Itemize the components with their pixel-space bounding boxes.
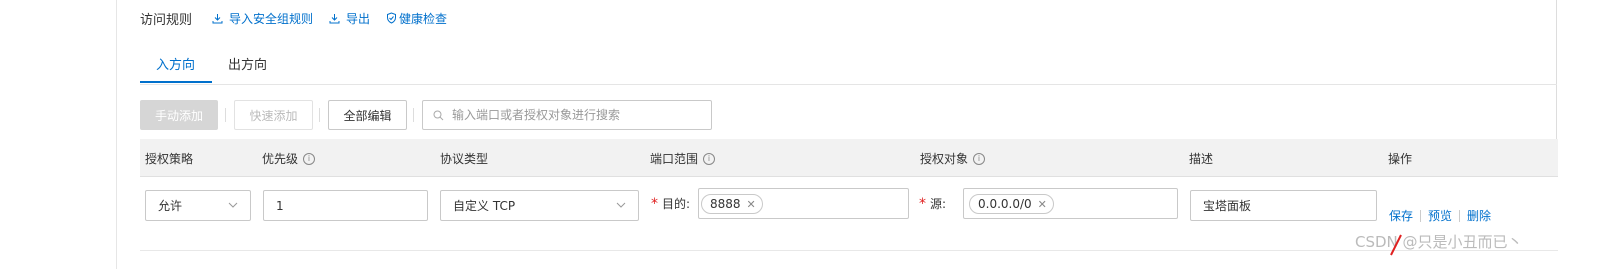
- chevron-down-icon: [228, 202, 238, 208]
- health-check-link[interactable]: 健康检查: [386, 10, 447, 27]
- manual-add-button[interactable]: 手动添加: [140, 100, 218, 130]
- priority-value: 1: [276, 198, 284, 213]
- dest-label-text: 目的:: [662, 197, 691, 211]
- required-marker: *: [919, 195, 926, 212]
- edit-all-button[interactable]: 全部编辑: [328, 100, 407, 130]
- export-link[interactable]: 导出: [329, 10, 370, 27]
- export-icon: [329, 13, 340, 23]
- col-port-range: 端口范围 i: [650, 150, 716, 167]
- import-rules-label: 导入安全组规则: [229, 11, 314, 26]
- col-policy-label: 授权策略: [145, 152, 194, 166]
- delete-link[interactable]: 删除: [1467, 207, 1491, 224]
- port-tag-value: 8888: [710, 197, 741, 211]
- col-auth-object: 授权对象 i: [920, 150, 986, 167]
- description-input[interactable]: 宝塔面板: [1190, 190, 1377, 221]
- active-tab-indicator: [140, 81, 212, 83]
- source-label: * 源:: [919, 195, 946, 212]
- col-policy: 授权策略: [145, 150, 193, 167]
- col-port-range-label: 端口范围: [650, 152, 699, 166]
- section-title: 访问规则: [140, 12, 193, 28]
- col-priority-label: 优先级: [262, 152, 299, 166]
- row-actions: 保存 预览 删除: [1389, 207, 1491, 224]
- protocol-select[interactable]: 自定义 TCP: [440, 190, 639, 221]
- port-tag: 8888 ✕: [701, 194, 763, 214]
- col-actions: 操作: [1388, 150, 1412, 167]
- health-check-label: 健康检查: [399, 11, 448, 26]
- table-header: 授权策略 优先级 i 协议类型 端口范围 i 授权对象 i 描述 操作: [140, 139, 1558, 177]
- protocol-value: 自定义 TCP: [453, 199, 516, 213]
- tab-inbound[interactable]: 入方向: [156, 54, 195, 73]
- toolbar-separator: [319, 108, 320, 122]
- preview-link[interactable]: 预览: [1428, 207, 1452, 224]
- toolbar-separator: [225, 108, 226, 122]
- col-description: 描述: [1189, 150, 1213, 167]
- tab-outbound[interactable]: 出方向: [228, 54, 267, 73]
- shield-check-icon: [387, 12, 397, 24]
- search-box[interactable]: [422, 100, 712, 130]
- policy-value: 允许: [158, 199, 183, 213]
- export-label: 导出: [346, 11, 371, 26]
- source-tag: 0.0.0.0/0 ✕: [969, 194, 1054, 214]
- direction-tabs: 入方向 出方向: [140, 44, 1557, 85]
- annotation-stroke: [1390, 234, 1402, 256]
- section-header: 访问规则 导入安全组规则 导出 健康检查: [140, 8, 447, 28]
- toolbar-separator: [413, 108, 414, 122]
- policy-select[interactable]: 允许: [145, 190, 251, 221]
- import-rules-link[interactable]: 导入安全组规则: [212, 10, 313, 27]
- priority-input[interactable]: 1: [263, 190, 428, 221]
- col-actions-label: 操作: [1388, 152, 1413, 166]
- search-icon: [433, 110, 444, 120]
- col-protocol-label: 协议类型: [440, 152, 489, 166]
- import-icon: [212, 13, 223, 23]
- save-link[interactable]: 保存: [1389, 207, 1413, 224]
- action-separator: [1459, 209, 1461, 222]
- search-input[interactable]: [450, 107, 704, 123]
- action-separator: [1420, 209, 1422, 222]
- quick-add-button[interactable]: 快速添加: [234, 100, 313, 130]
- left-gutter: [0, 0, 117, 269]
- col-protocol: 协议类型: [440, 150, 488, 167]
- remove-tag-icon[interactable]: ✕: [1038, 198, 1047, 211]
- col-auth-object-label: 授权对象: [920, 152, 969, 166]
- source-label-text: 源:: [930, 197, 947, 211]
- description-value: 宝塔面板: [1203, 199, 1252, 213]
- watermark: CSDN @只是小丑而已丶: [1355, 233, 1523, 251]
- dest-port-label: * 目的:: [651, 195, 690, 212]
- source-tag-value: 0.0.0.0/0: [978, 197, 1032, 211]
- col-description-label: 描述: [1189, 152, 1214, 166]
- info-icon[interactable]: i: [703, 152, 716, 165]
- remove-tag-icon[interactable]: ✕: [747, 198, 756, 211]
- required-marker: *: [651, 195, 658, 212]
- info-icon[interactable]: i: [973, 152, 986, 165]
- chevron-down-icon: [616, 202, 626, 208]
- row-divider: [140, 250, 1558, 251]
- col-priority: 优先级 i: [262, 150, 316, 167]
- info-icon[interactable]: i: [303, 152, 316, 165]
